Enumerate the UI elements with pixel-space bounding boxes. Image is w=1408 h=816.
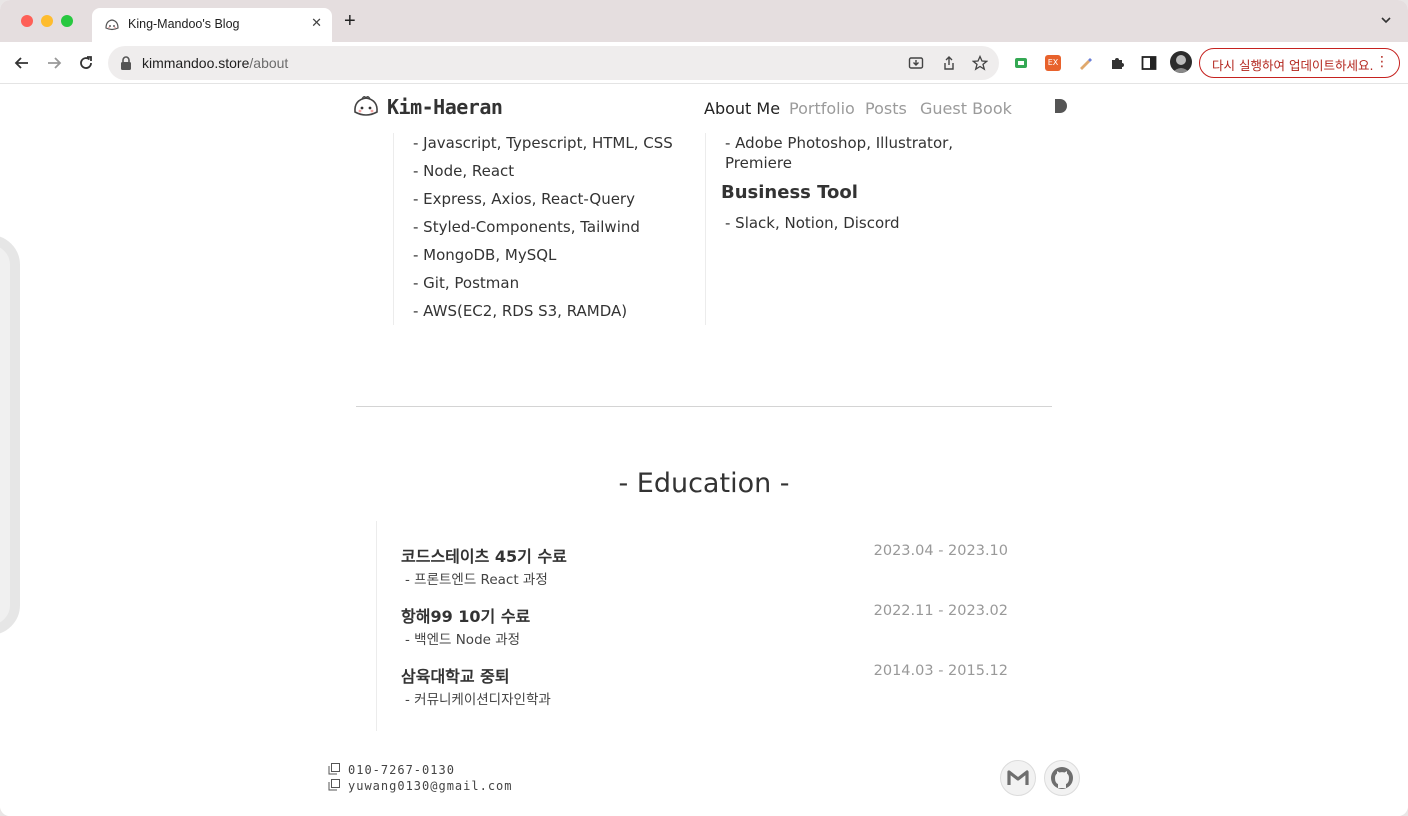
gmail-link[interactable] bbox=[1000, 760, 1036, 796]
new-tab-button[interactable]: + bbox=[344, 11, 356, 31]
update-label: 다시 실행하여 업데이트하세요. bbox=[1212, 58, 1374, 73]
skill-item: - Styled-Components, Tailwind bbox=[413, 218, 640, 236]
email-text: yuwang0130@gmail.com bbox=[348, 779, 513, 793]
skills-left-divider bbox=[393, 133, 394, 325]
side-panel-icon[interactable] bbox=[1141, 55, 1157, 71]
skill-item: - MongoDB, MySQL bbox=[413, 246, 557, 264]
more-menu-icon[interactable]: ⋮ bbox=[1375, 54, 1389, 70]
skill-item: - Express, Axios, React-Query bbox=[413, 190, 635, 208]
education-name: 삼육대학교 중퇴 bbox=[401, 667, 510, 686]
copy-icon[interactable] bbox=[328, 779, 340, 791]
education-date: 2022.11 - 2023.02 bbox=[873, 603, 1008, 619]
design-tool-items-cont: Premiere bbox=[725, 154, 792, 172]
install-app-icon[interactable] bbox=[908, 55, 924, 71]
business-tool-items: - Slack, Notion, Discord bbox=[725, 214, 900, 232]
update-chrome-button[interactable]: 다시 실행하여 업데이트하세요. ⋮ bbox=[1199, 48, 1400, 78]
browser-toolbar: kimmandoo.store/about EX 다시 실행하여 업데이트하세요… bbox=[0, 42, 1408, 84]
back-arrow-icon[interactable] bbox=[12, 53, 32, 73]
forward-arrow-icon[interactable] bbox=[44, 53, 64, 73]
chevron-down-icon[interactable] bbox=[1380, 14, 1392, 26]
ex-extension-icon[interactable]: EX bbox=[1045, 55, 1061, 71]
lock-icon[interactable] bbox=[120, 56, 132, 70]
reload-icon[interactable] bbox=[76, 53, 96, 73]
skill-item: - Javascript, Typescript, HTML, CSS bbox=[413, 134, 673, 152]
education-desc: - 커뮤니케이션디자인학과 bbox=[405, 692, 551, 708]
footer-email[interactable]: yuwang0130@gmail.com bbox=[328, 779, 513, 793]
puzzle-extensions-icon[interactable] bbox=[1109, 55, 1125, 71]
site-header: Kim-Haeran About Me Portfolio Posts Gues… bbox=[352, 93, 1072, 123]
url-text[interactable]: kimmandoo.store/about bbox=[142, 55, 288, 71]
theme-toggle-icon[interactable] bbox=[1052, 98, 1068, 114]
skill-item: - Node, React bbox=[413, 162, 515, 180]
side-decoration bbox=[0, 235, 20, 635]
nav-about-me[interactable]: About Me bbox=[704, 99, 780, 118]
green-extension-icon[interactable] bbox=[1013, 55, 1029, 71]
copy-icon[interactable] bbox=[328, 763, 340, 775]
address-bar[interactable]: kimmandoo.store/about bbox=[108, 46, 999, 80]
bookmark-star-icon[interactable] bbox=[972, 55, 988, 71]
education-desc: - 백엔드 Node 과정 bbox=[405, 632, 521, 648]
education-name: 항해99 10기 수료 bbox=[401, 607, 531, 626]
site-logo-text[interactable]: Kim-Haeran bbox=[387, 95, 503, 119]
tab-close-icon[interactable]: ✕ bbox=[311, 16, 322, 32]
page-content: Kim-Haeran About Me Portfolio Posts Gues… bbox=[0, 85, 1408, 816]
maximize-window-button[interactable] bbox=[61, 15, 73, 27]
education-name: 코드스테이츠 45기 수료 bbox=[401, 547, 567, 566]
browser-window: King-Mandoo's Blog ✕ + kimmandoo.store/a… bbox=[0, 0, 1408, 816]
tab-strip: King-Mandoo's Blog ✕ + bbox=[0, 0, 1408, 42]
education-desc: - 프론트엔드 React 과정 bbox=[405, 572, 548, 588]
profile-avatar[interactable] bbox=[1170, 51, 1192, 73]
education-date: 2014.03 - 2015.12 bbox=[873, 663, 1008, 679]
skill-item: - AWS(EC2, RDS S3, RAMDA) bbox=[413, 302, 628, 320]
section-divider bbox=[356, 406, 1052, 407]
minimize-window-button[interactable] bbox=[41, 15, 53, 27]
skills-right-divider bbox=[705, 133, 706, 325]
github-icon bbox=[1051, 767, 1073, 789]
avatar-image-icon bbox=[1172, 55, 1190, 73]
education-date: 2023.04 - 2023.10 bbox=[873, 543, 1008, 559]
design-tool-items: - Adobe Photoshop, Illustrator, bbox=[725, 134, 954, 152]
share-icon[interactable] bbox=[941, 55, 957, 71]
footer-phone[interactable]: 010-7267-0130 bbox=[328, 763, 455, 777]
nav-guest-book[interactable]: Guest Book bbox=[920, 99, 1012, 118]
education-divider bbox=[376, 521, 377, 731]
mandoo-logo-icon[interactable] bbox=[352, 93, 380, 121]
business-tool-heading: Business Tool bbox=[721, 182, 858, 203]
gmail-icon bbox=[1007, 770, 1029, 785]
close-window-button[interactable] bbox=[21, 15, 33, 27]
nav-posts[interactable]: Posts bbox=[865, 99, 907, 118]
mandoo-favicon-icon bbox=[105, 19, 119, 31]
browser-tab[interactable]: King-Mandoo's Blog ✕ bbox=[92, 8, 332, 42]
tab-title: King-Mandoo's Blog bbox=[128, 17, 240, 31]
skill-item: - Git, Postman bbox=[413, 274, 520, 292]
education-heading: - Education - bbox=[618, 468, 790, 499]
pen-extension-icon[interactable] bbox=[1077, 55, 1093, 71]
github-link[interactable] bbox=[1044, 760, 1080, 796]
nav-portfolio[interactable]: Portfolio bbox=[789, 99, 855, 118]
phone-text: 010-7267-0130 bbox=[348, 763, 455, 777]
